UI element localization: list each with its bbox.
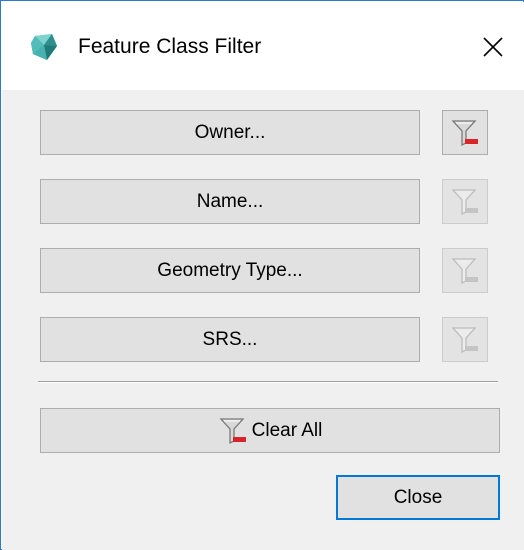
window-title: Feature Class Filter [78,35,262,58]
clear-all-button[interactable]: Clear All [40,408,500,453]
separator [38,381,498,383]
funnel-remove-icon [451,188,478,215]
geometry-type-filter-button[interactable]: Geometry Type... [40,248,420,293]
name-filter-button[interactable]: Name... [40,179,420,224]
srs-filter-label: SRS... [202,328,258,350]
close-button[interactable]: Close [336,475,500,520]
close-icon [483,37,503,57]
dialog-body: Owner... Name... Geometry Type... SRS...… [2,90,524,550]
clear-owner-filter-button[interactable] [442,110,488,155]
close-window-button[interactable] [475,29,511,65]
clear-all-label: Clear All [251,419,323,441]
funnel-remove-icon [451,326,478,353]
srs-filter-button[interactable]: SRS... [40,317,420,362]
name-filter-label: Name... [196,190,264,212]
clear-srs-filter-button[interactable] [442,317,488,362]
clear-geometry-type-filter-button[interactable] [442,248,488,293]
funnel-remove-icon [219,417,246,444]
owner-filter-label: Owner... [194,121,266,143]
feature-class-filter-dialog: Feature Class Filter Owner... Name... Ge… [0,0,524,550]
close-button-label: Close [393,486,443,508]
title-bar[interactable]: Feature Class Filter [2,2,524,90]
funnel-remove-icon [451,119,478,146]
funnel-remove-icon [451,257,478,284]
geometry-type-filter-label: Geometry Type... [157,259,303,281]
clear-name-filter-button[interactable] [442,179,488,224]
owner-filter-button[interactable]: Owner... [40,110,420,155]
fme-gem-icon [31,34,57,60]
